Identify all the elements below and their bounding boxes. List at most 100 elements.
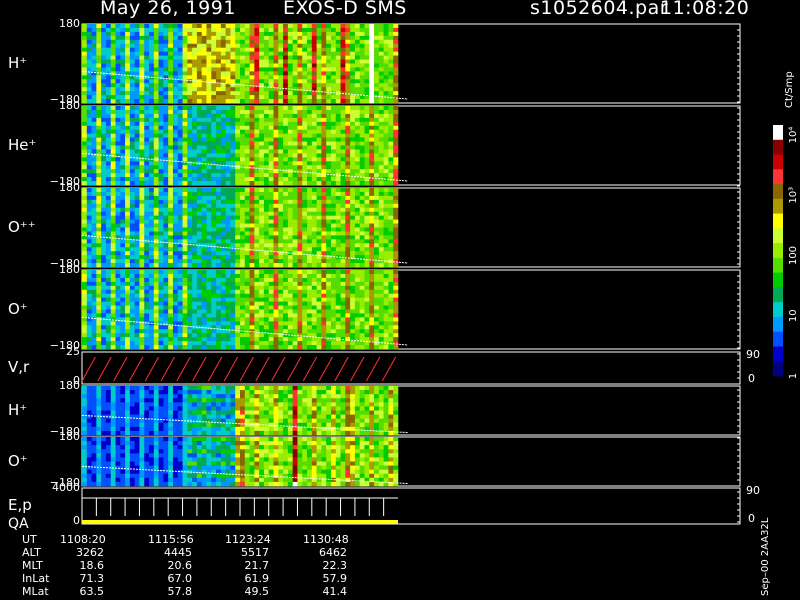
spectrogram-cell — [292, 337, 298, 342]
spectrogram-cell — [340, 145, 346, 150]
spectrogram-cell — [388, 117, 394, 123]
spectrogram-cell — [383, 227, 389, 232]
spectrogram-cell — [86, 255, 92, 260]
spectrogram-cell — [297, 39, 303, 45]
spectrogram-cell — [287, 153, 293, 158]
spectrogram-cell — [158, 177, 164, 182]
spectrogram-cell — [177, 145, 183, 150]
spectrogram-cell — [287, 227, 293, 232]
spectrogram-cell — [105, 270, 112, 275]
spectrogram-cell — [292, 129, 298, 134]
spectrogram-cell — [144, 177, 150, 182]
spectrogram-cell — [115, 341, 121, 346]
spectrogram-cell — [326, 169, 332, 174]
spectrogram-cell — [393, 251, 399, 256]
spectrogram-cell — [235, 27, 241, 33]
spectrogram-cell — [378, 231, 384, 236]
spectrogram-cell — [340, 63, 346, 68]
spectrogram-cell — [393, 263, 399, 268]
spectrogram-cell — [225, 63, 231, 68]
spectrogram-cell — [297, 24, 303, 29]
spectrogram-cell — [297, 285, 303, 291]
spectrogram-cell — [263, 145, 270, 150]
spectrogram-cell — [201, 191, 207, 197]
spectrogram-cell — [187, 188, 193, 193]
spectrogram-cell — [340, 71, 346, 76]
spectrogram-cell — [235, 255, 241, 260]
spectrogram-cell — [134, 297, 140, 302]
spectrogram-cell — [278, 99, 284, 104]
spectrogram-cell — [316, 39, 322, 45]
spectrogram-cell — [96, 121, 102, 127]
spectrogram-cell — [268, 281, 274, 287]
spectrogram-cell — [249, 133, 255, 138]
spectrogram-cell — [182, 231, 188, 236]
spectrogram-cell — [302, 259, 308, 264]
spectrogram-cell — [283, 83, 289, 88]
spectrogram-cell — [120, 223, 126, 228]
spectrogram-cell — [82, 79, 88, 84]
spectrogram-cell — [292, 199, 298, 205]
spectrogram-cell — [105, 145, 112, 150]
spectrogram-cell — [129, 106, 135, 111]
spectrogram-cell — [187, 227, 193, 232]
spectrogram-cell — [326, 188, 332, 193]
spectrogram-cell — [196, 125, 202, 130]
spectrogram-cell — [110, 345, 116, 350]
spectrogram-cell — [263, 313, 270, 318]
spectrogram-cell — [86, 270, 92, 275]
spectrogram-cell — [292, 203, 298, 209]
spectrogram-cell — [206, 231, 212, 236]
spectrogram-cell — [187, 169, 193, 174]
spectrogram-cell — [110, 31, 116, 37]
spectrogram-cell — [153, 281, 159, 287]
spectrogram-cell — [211, 169, 217, 174]
spectrogram-cell — [383, 247, 389, 252]
spectrogram-cell — [326, 109, 332, 115]
spectrogram-cell — [249, 251, 255, 256]
spectrogram-cell — [263, 203, 270, 209]
spectrogram-cell — [120, 141, 126, 146]
spectrogram-cell — [388, 149, 394, 154]
spectrogram-cell — [120, 341, 126, 346]
spectrogram-cell — [278, 153, 284, 158]
spectrogram-cell — [192, 309, 198, 314]
spectrogram-cell — [311, 129, 317, 134]
spectrogram-cell — [115, 55, 121, 60]
spectrogram-cell — [359, 43, 365, 48]
spectrogram-cell — [220, 153, 226, 158]
spectrogram-cell — [91, 59, 97, 64]
spectrogram-cell — [101, 251, 107, 256]
spectrogram-cell — [192, 27, 198, 33]
spectrogram-cell — [374, 51, 380, 56]
spectrogram-cell — [249, 177, 255, 182]
spectrogram-cell — [220, 129, 226, 134]
spectrogram-cell — [287, 173, 293, 178]
spectrogram-cell — [158, 223, 164, 228]
spectrogram-cell — [268, 215, 274, 220]
spectrogram-cell — [168, 31, 174, 37]
spectrogram-cell — [292, 321, 298, 326]
spectrogram-cell — [105, 113, 112, 119]
spectrogram-cell — [144, 317, 150, 322]
spectrogram-cell — [254, 153, 260, 158]
spectrogram-cell — [96, 79, 102, 84]
spectrogram-cell — [196, 247, 202, 252]
spectrogram-cell — [340, 227, 346, 232]
spectrogram-cell — [134, 83, 140, 88]
spectrogram-cell — [158, 215, 164, 220]
spectrogram-cell — [311, 173, 317, 178]
spectrogram-cell — [278, 83, 284, 88]
spectrogram-cell — [91, 219, 97, 224]
spectrogram-cell — [110, 223, 116, 228]
spectrogram-cell — [273, 109, 279, 115]
spectrogram-cell — [220, 133, 226, 138]
spectrogram-cell — [359, 181, 365, 186]
spectrogram-cell — [120, 35, 126, 41]
spectrogram-cell — [287, 35, 293, 41]
spectrogram-cell — [129, 285, 135, 291]
spectrogram-cell — [216, 321, 222, 326]
spectrogram-cell — [149, 337, 155, 342]
spectrogram-cell — [240, 113, 246, 119]
spectrogram-cell — [139, 91, 145, 96]
